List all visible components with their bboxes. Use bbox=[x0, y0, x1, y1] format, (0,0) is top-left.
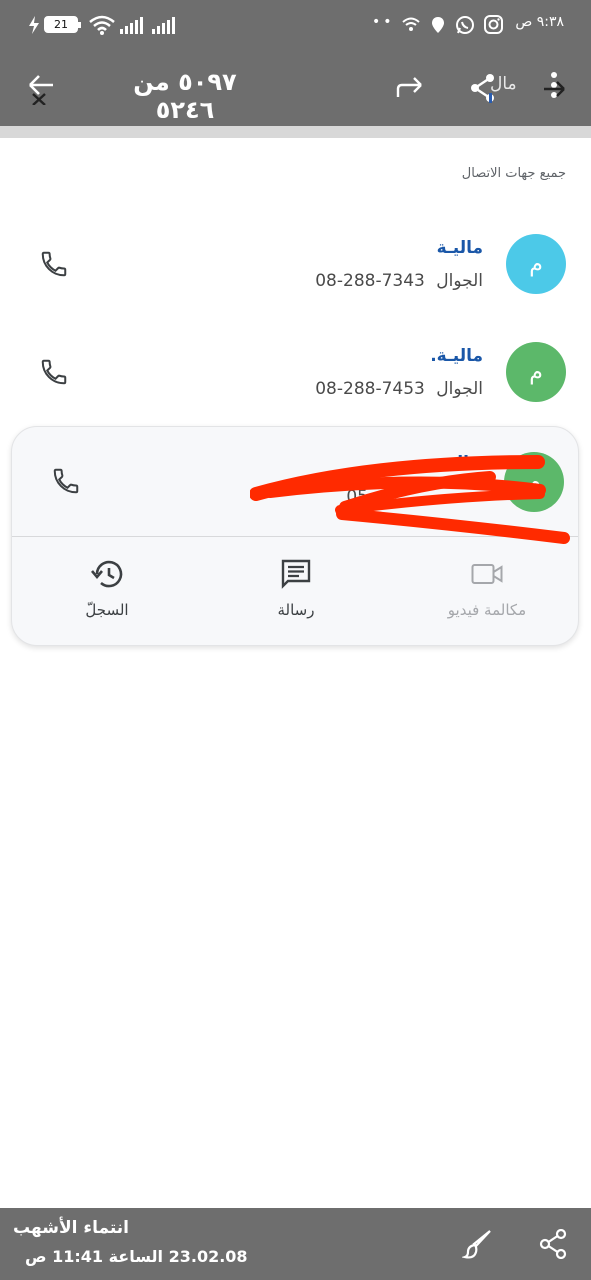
signal-icon-2 bbox=[152, 16, 175, 34]
avatar: م bbox=[506, 342, 566, 402]
background-name-peek: مال bbox=[490, 74, 517, 94]
image-counter-title: ٥٠٩٧ من ٥٢٤٦ bbox=[133, 68, 237, 124]
history-label: السجلّ bbox=[85, 601, 129, 619]
share-icon bbox=[539, 1229, 567, 1259]
contact-name: ماليـة bbox=[436, 238, 483, 258]
message-label: رسالة bbox=[277, 601, 315, 619]
phone-label: الجوال bbox=[436, 271, 483, 291]
contact-name: ماليـة bbox=[433, 453, 480, 473]
contact-phone: 08-288-7453 الجوال bbox=[315, 379, 483, 399]
video-call-button[interactable]: مكالمة فيديو bbox=[412, 557, 562, 619]
contact-phone: 08-288-7343 الجوال bbox=[315, 271, 483, 291]
history-button[interactable]: السجلّ bbox=[32, 557, 182, 619]
phone-icon bbox=[41, 359, 67, 385]
avatar: م bbox=[504, 452, 564, 512]
divider-band bbox=[0, 126, 591, 138]
phone-label: الجوال bbox=[436, 379, 483, 399]
more-vert-icon bbox=[544, 72, 565, 98]
hotspot-icon bbox=[402, 17, 420, 31]
history-icon bbox=[91, 560, 123, 588]
expanded-contact-card: م ماليـة 05 مكالمة فيديو رسالة السجلّ bbox=[11, 426, 579, 646]
contact-row[interactable]: م ماليـة. 08-288-7453 الجوال bbox=[0, 324, 591, 424]
card-divider bbox=[12, 536, 578, 537]
call-button[interactable] bbox=[34, 352, 74, 392]
edit-button[interactable] bbox=[456, 1222, 500, 1266]
instagram-icon bbox=[484, 15, 503, 34]
timestamp: 23.02.08 الساعة 11:41 ص bbox=[25, 1247, 248, 1266]
video-call-label: مكالمة فيديو bbox=[447, 601, 527, 619]
phone-number: 08-288-7453 bbox=[315, 379, 425, 399]
phone-icon bbox=[53, 468, 79, 494]
whatsapp-icon bbox=[456, 16, 474, 34]
brush-icon bbox=[462, 1230, 491, 1259]
call-button[interactable] bbox=[34, 244, 74, 284]
forward-icon bbox=[396, 77, 422, 97]
share-button[interactable] bbox=[531, 1222, 575, 1266]
battery-indicator: 21 bbox=[44, 16, 81, 33]
avatar: م bbox=[506, 234, 566, 294]
video-camera-icon bbox=[471, 564, 503, 584]
clock: ٩:٣٨ ص bbox=[515, 14, 564, 30]
phone-number: 05 bbox=[346, 487, 368, 507]
message-icon bbox=[281, 559, 311, 589]
viewer-top-bar: ٥٠٩٧ من ٥٢٤٦ مال bbox=[0, 52, 591, 126]
contact-name: ماليـة. bbox=[430, 346, 483, 366]
charging-icon bbox=[29, 16, 39, 34]
back-button[interactable] bbox=[19, 66, 63, 110]
contact-row[interactable]: م ماليـة 08-288-7343 الجوال bbox=[0, 216, 591, 316]
phone-number: 08-288-7343 bbox=[315, 271, 425, 291]
more-icon: •• bbox=[372, 14, 395, 30]
wifi-icon bbox=[89, 15, 115, 35]
forward-button[interactable] bbox=[388, 66, 432, 110]
status-bar: 21 •• ٩:٣٨ ص bbox=[0, 0, 591, 52]
section-header: جميع جهات الاتصال bbox=[461, 166, 566, 181]
sender-name: انتماء الأشهب bbox=[13, 1218, 129, 1238]
message-button[interactable]: رسالة bbox=[221, 557, 371, 619]
more-options-button[interactable] bbox=[532, 66, 576, 110]
close-icon bbox=[29, 75, 53, 105]
battery-level: 21 bbox=[54, 18, 68, 31]
phone-icon bbox=[41, 251, 67, 277]
contact-phone: 05 bbox=[346, 487, 368, 507]
viewer-caption-bar: انتماء الأشهب 23.02.08 الساعة 11:41 ص bbox=[0, 1208, 591, 1280]
signal-icon bbox=[120, 16, 143, 34]
call-button[interactable] bbox=[46, 461, 86, 501]
location-icon bbox=[432, 17, 444, 33]
